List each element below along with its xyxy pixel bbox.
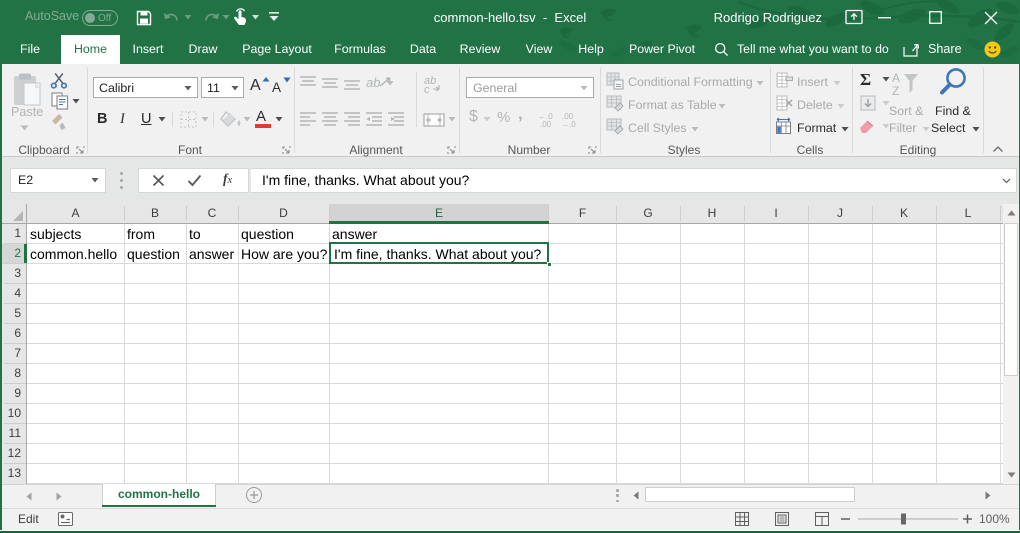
svg-text:→.0: →.0 [561,120,576,128]
svg-text:Z: Z [892,84,899,98]
svg-text:c: c [424,84,430,96]
svg-text:A: A [892,71,900,85]
svg-text:ab: ab [366,75,380,90]
svg-text:.00: .00 [540,120,552,128]
